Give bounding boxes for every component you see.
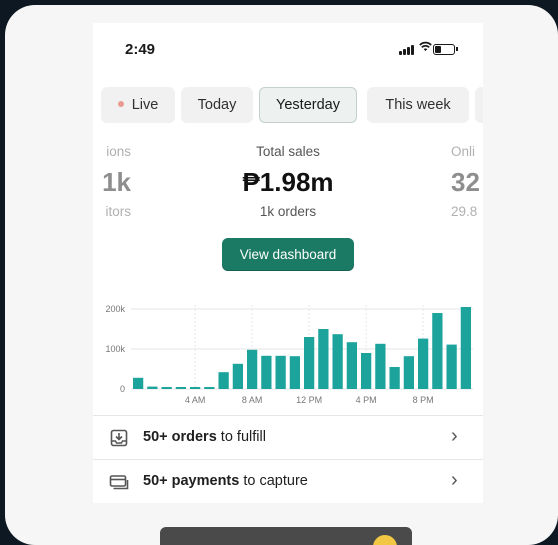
signal-bar <box>407 47 410 55</box>
tab-yesterday[interactable]: Yesterday <box>259 87 357 123</box>
chart-bar[interactable] <box>189 387 201 389</box>
chart-bar[interactable] <box>318 329 329 389</box>
tab-label: Live <box>131 97 159 113</box>
metric-value: 32 <box>451 167 480 197</box>
metric-sub: 29.8 <box>451 204 478 219</box>
tab-label: Yesterday <box>276 97 340 113</box>
chart-bar[interactable] <box>289 356 301 389</box>
row-label: to fulfill <box>216 429 266 445</box>
x-tick-label: 12 PM <box>296 395 322 405</box>
metric-label: ions <box>106 144 131 159</box>
chart-bar[interactable] <box>246 349 258 389</box>
payments-to-capture-row[interactable]: 50+ payments to capture › <box>93 459 483 503</box>
chart-bar[interactable] <box>147 386 158 389</box>
metric-sub: itors <box>105 204 131 219</box>
date-range-tabs: Live Today Yesterday This week <box>93 87 483 125</box>
chart-bar[interactable] <box>375 343 386 389</box>
orders-to-fulfill-row[interactable]: 50+ orders to fulfill › <box>93 415 483 460</box>
chart-bar[interactable] <box>417 338 429 389</box>
chart-bar[interactable] <box>161 387 172 389</box>
metric-label: Total sales <box>256 144 320 159</box>
status-icons <box>399 40 459 55</box>
x-tick-label: 8 AM <box>242 395 263 405</box>
tab-today[interactable]: Today <box>181 87 253 123</box>
screenshot-card: 2:49 Live Today Yesterday This week ions… <box>5 5 558 545</box>
signal-bar <box>403 49 406 55</box>
tab-this-week[interactable]: This week <box>367 87 469 123</box>
row-text: 50+ orders to fulfill <box>143 429 266 445</box>
view-dashboard-button[interactable]: View dashboard <box>222 238 354 271</box>
chart-bar[interactable] <box>261 355 272 389</box>
metric-sub: 1k orders <box>259 204 317 219</box>
chart-bar[interactable] <box>460 307 472 389</box>
payment-card-icon <box>109 475 129 490</box>
sales-bar-chart: 200k 100k 0 4 AM 8 AM 12 PM 4 PM 8 PM <box>105 304 473 405</box>
battery-tip <box>456 47 458 51</box>
chevron-right-icon: › <box>451 469 458 491</box>
tab-live[interactable]: Live <box>101 87 175 123</box>
signal-bar <box>411 45 414 55</box>
tab-next-partial[interactable] <box>475 87 483 123</box>
battery-icon <box>433 44 455 55</box>
chart-bar[interactable] <box>204 387 215 389</box>
fulfill-icon <box>110 429 128 447</box>
metric-value: ₱1.98m <box>242 167 334 197</box>
metric-label: Onli <box>451 144 476 159</box>
y-tick-label: 200k <box>105 304 125 314</box>
row-text: 50+ payments to capture <box>143 473 308 489</box>
chart-bar[interactable] <box>389 367 400 389</box>
metric-online[interactable]: Onli 32 29.8 <box>451 144 483 219</box>
chart-bar[interactable] <box>332 334 343 389</box>
tab-label: This week <box>385 97 451 113</box>
row-count: 50+ payments <box>143 473 240 489</box>
chart-bar[interactable] <box>303 337 315 389</box>
live-dot-icon <box>117 101 124 108</box>
x-tick-label: 4 PM <box>356 395 377 405</box>
tab-label: Today <box>197 97 237 113</box>
metric-sessions[interactable]: ions 1k itors <box>93 144 131 219</box>
x-tick-label: 4 AM <box>185 395 206 405</box>
chart-bar[interactable] <box>275 355 286 389</box>
phone-screen: 2:49 Live Today Yesterday This week ions… <box>93 23 483 503</box>
chart-bar[interactable] <box>175 387 187 389</box>
signal-bar <box>399 51 402 55</box>
chart-bar[interactable] <box>432 313 443 389</box>
y-tick-label: 100k <box>105 344 125 354</box>
chevron-right-icon: › <box>451 425 458 447</box>
row-label: to capture <box>239 473 308 489</box>
chart-bar[interactable] <box>403 356 415 389</box>
x-tick-label: 8 PM <box>413 395 434 405</box>
metric-total-sales[interactable]: Total sales ₱1.98m 1k orders <box>213 144 363 219</box>
chart-bar[interactable] <box>346 342 358 389</box>
metric-value: 1k <box>102 167 131 197</box>
chart-bar[interactable] <box>132 377 144 389</box>
chart-bar[interactable] <box>446 344 457 389</box>
chart-bar[interactable] <box>360 353 372 389</box>
y-tick-label: 0 <box>120 384 125 394</box>
chart-bar[interactable] <box>232 363 244 389</box>
status-time: 2:49 <box>125 41 156 58</box>
wifi-icon <box>419 40 432 55</box>
row-count: 50+ orders <box>143 429 217 445</box>
chart-bar[interactable] <box>218 372 229 389</box>
